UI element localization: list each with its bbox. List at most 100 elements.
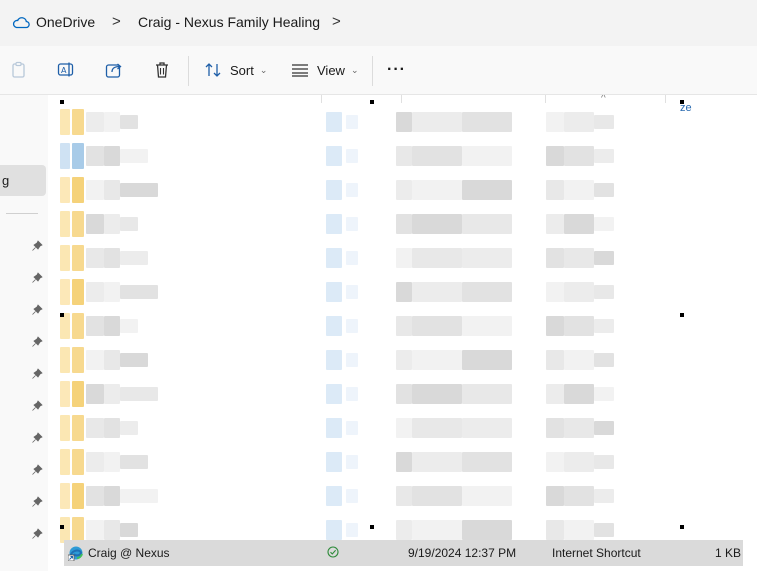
nav-item-selected[interactable]: g [0,165,46,196]
obscured-block [326,214,342,234]
chevron-down-icon: ⌄ [350,64,359,75]
obscured-block [396,180,412,200]
obscured-block [462,248,512,268]
obscured-block [326,350,342,370]
navigation-pane[interactable]: g [0,95,48,571]
obscured-block [346,149,358,163]
obscured-file-row[interactable] [58,381,618,407]
breadcrumb-onedrive[interactable]: OneDrive [36,14,95,30]
obscured-block [104,146,120,166]
obscured-file-row[interactable] [58,143,618,169]
share-icon[interactable] [104,60,124,80]
column-divider[interactable] [401,95,402,103]
obscured-block [60,483,70,509]
obscured-block [104,418,120,438]
svg-text:A: A [61,66,67,75]
chevron-right-icon[interactable]: > [332,13,341,30]
obscured-block [346,455,358,469]
obscured-block [120,353,148,367]
pin-icon [32,240,43,251]
view-button[interactable]: View ⌄ [291,58,359,82]
obscured-block [120,217,138,231]
obscured-block [396,146,412,166]
obscured-file-row[interactable] [58,313,618,339]
pin-icon [32,272,43,283]
obscured-block [546,248,564,268]
column-divider[interactable] [321,95,322,103]
obscured-block [412,350,462,370]
obscured-block [86,214,104,234]
selection-handle [680,525,684,529]
obscured-block [60,415,70,441]
selection-handle [680,100,684,104]
column-divider[interactable] [545,95,546,103]
obscured-block [546,384,564,404]
rename-icon[interactable]: A [56,60,76,80]
obscured-block [72,381,84,407]
view-icon [292,64,308,77]
address-bar[interactable]: OneDrive > Craig - Nexus Family Healing … [0,0,757,46]
obscured-block [326,452,342,472]
obscured-file-row[interactable] [58,245,618,271]
obscured-file-row[interactable] [58,449,618,475]
nav-item-label: g [2,173,10,188]
obscured-block [564,316,594,336]
obscured-block [104,248,120,268]
obscured-block [564,350,594,370]
obscured-block [86,350,104,370]
pin-icon [32,400,43,411]
obscured-file-row[interactable] [58,415,618,441]
obscured-file-row[interactable] [58,347,618,373]
more-icon: ··· [387,61,406,78]
obscured-block [104,180,120,200]
file-type: Internet Shortcut [552,546,641,560]
obscured-file-row[interactable] [58,279,618,305]
obscured-block [72,279,84,305]
obscured-block [396,486,412,506]
obscured-block [564,384,594,404]
obscured-block [120,285,158,299]
obscured-block [412,520,462,540]
obscured-block [546,282,564,302]
obscured-block [594,217,614,231]
obscured-block [120,115,138,129]
more-options-button[interactable]: ··· [387,58,406,82]
chevron-right-icon[interactable]: > [112,13,121,30]
obscured-block [546,112,564,132]
obscured-block [60,381,70,407]
obscured-block [396,520,412,540]
obscured-block [120,149,148,163]
obscured-block [346,421,358,435]
sort-button[interactable]: Sort ⌄ [204,58,267,82]
obscured-block [60,109,70,135]
obscured-block [346,523,358,537]
breadcrumb-current-folder[interactable]: Craig - Nexus Family Healing [138,14,320,30]
obscured-block [60,211,70,237]
obscured-block [594,285,614,299]
pin-icon [32,336,43,347]
file-list[interactable]: ^ ze [48,95,757,571]
obscured-block [86,520,104,540]
obscured-block [326,418,342,438]
obscured-block [594,489,614,503]
obscured-block [120,319,138,333]
obscured-file-row[interactable] [58,483,618,509]
obscured-block [104,384,120,404]
paste-icon[interactable] [9,60,29,80]
obscured-block [546,520,564,540]
obscured-block [72,211,84,237]
obscured-file-row[interactable] [58,211,618,237]
obscured-file-row[interactable] [58,109,618,135]
obscured-block [346,319,358,333]
file-name[interactable]: Craig @ Nexus [88,546,170,560]
obscured-block [326,282,342,302]
obscured-block [462,486,512,506]
delete-icon[interactable] [152,60,172,80]
column-divider[interactable] [665,95,666,103]
obscured-file-row[interactable] [58,177,618,203]
file-row-selected[interactable]: Craig @ Nexus 9/19/2024 12:37 PM Interne… [64,540,743,566]
obscured-block [120,387,158,401]
obscured-block [462,520,512,540]
pin-icon [32,368,43,379]
obscured-block [462,452,512,472]
